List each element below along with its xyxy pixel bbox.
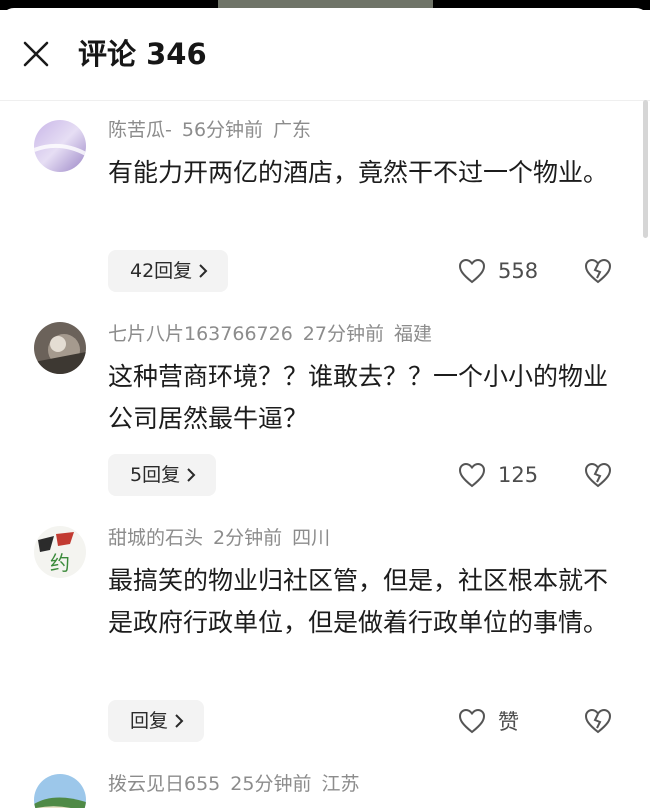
comment-meta: 七片八片163766726 27分钟前 福建 bbox=[108, 322, 442, 346]
comment-time: 56分钟前 bbox=[181, 119, 264, 141]
like-count: 赞 bbox=[498, 710, 519, 734]
broken-heart-icon[interactable] bbox=[583, 706, 613, 736]
heart-icon bbox=[458, 462, 486, 488]
comment-meta: 陈苦瓜- 56分钟前 广东 bbox=[108, 118, 321, 142]
reply-label: 5回复 bbox=[130, 464, 181, 486]
chevron-right-icon bbox=[187, 468, 196, 482]
like-button[interactable]: 125 bbox=[458, 454, 538, 496]
like-button[interactable]: 558 bbox=[458, 250, 538, 292]
scrollbar[interactable] bbox=[643, 100, 648, 238]
chevron-right-icon bbox=[175, 714, 184, 728]
reply-label: 42回复 bbox=[130, 260, 193, 282]
comment-sheet: 评论 346 陈苦瓜- 56分钟前 广东 有能力开两亿的酒店，竟然干不过一个物业。 … bbox=[0, 8, 650, 808]
username[interactable]: 拨云见日655 bbox=[108, 773, 220, 795]
header-divider bbox=[0, 100, 650, 101]
comment-text: 有能力开两亿的酒店，竟然干不过一个物业。 bbox=[108, 158, 609, 187]
heart-icon bbox=[458, 258, 486, 284]
broken-heart-icon[interactable] bbox=[583, 460, 613, 490]
comment-header: 评论 346 bbox=[0, 8, 650, 100]
username[interactable]: 陈苦瓜- bbox=[108, 119, 172, 141]
comment-time: 25分钟前 bbox=[230, 773, 312, 795]
page-title: 评论 346 bbox=[78, 37, 207, 71]
comment-text: 这种营商环境？？谁敢去？？一个小小的物业公司居然最牛逼？ bbox=[108, 362, 609, 433]
reply-button[interactable]: 5回复 bbox=[108, 454, 217, 496]
reply-button[interactable]: 回复 bbox=[108, 700, 205, 742]
comment-location: 福建 bbox=[393, 323, 432, 345]
reply-label: 回复 bbox=[130, 710, 169, 732]
comment-location: 江苏 bbox=[321, 773, 360, 795]
username[interactable]: 七片八片163766726 bbox=[108, 323, 293, 345]
comment-time: 2分钟前 bbox=[213, 527, 283, 549]
avatar[interactable] bbox=[34, 774, 86, 808]
comment-meta: 拨云见日655 25分钟前 江苏 bbox=[108, 772, 369, 796]
like-count: 125 bbox=[498, 463, 539, 487]
like-count: 558 bbox=[498, 259, 539, 283]
comment-location: 四川 bbox=[292, 527, 331, 549]
comment-text: 最搞笑的物业归社区管，但是，社区根本就不是政府行政单位，但是做着行政单位的事情。 bbox=[108, 566, 609, 637]
avatar[interactable]: 约 bbox=[34, 526, 86, 578]
like-button[interactable]: 赞 bbox=[458, 700, 519, 742]
avatar[interactable] bbox=[34, 322, 86, 374]
comment-meta: 甜城的石头 2分钟前 四川 bbox=[108, 526, 340, 550]
reply-button[interactable]: 42回复 bbox=[108, 250, 229, 292]
close-icon[interactable] bbox=[18, 36, 54, 72]
avatar-logo-text: 约 bbox=[50, 551, 70, 575]
heart-icon bbox=[458, 708, 486, 734]
username[interactable]: 甜城的石头 bbox=[108, 527, 203, 549]
broken-heart-icon[interactable] bbox=[583, 256, 613, 286]
avatar[interactable] bbox=[34, 120, 86, 172]
chevron-right-icon bbox=[199, 264, 208, 278]
comment-time: 27分钟前 bbox=[302, 323, 384, 345]
comment-location: 广东 bbox=[273, 119, 312, 141]
